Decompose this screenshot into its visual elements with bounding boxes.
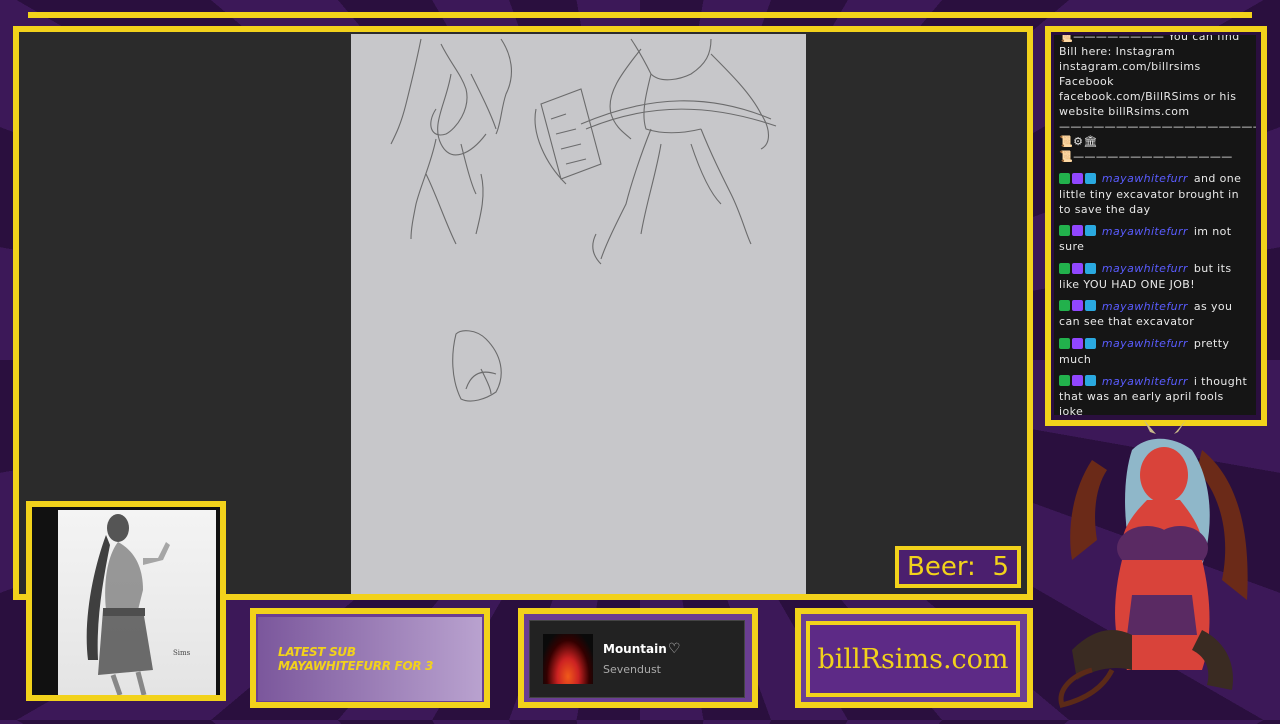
- chat-divider-line: 📜——————————————: [1059, 150, 1233, 163]
- chat-message-list: mayawhitefurr and one little tiny excavat…: [1059, 171, 1251, 415]
- song-title: Mountain: [603, 642, 667, 656]
- chat-panel[interactable]: 📜———————— You can find Bill here: Instag…: [1054, 35, 1256, 415]
- subscriber-badge-icon: [1072, 337, 1083, 349]
- chat-badges: [1059, 337, 1098, 352]
- edit-badge-icon: [1059, 337, 1070, 349]
- chat-message: mayawhitefurr as you can see that excavat…: [1059, 299, 1251, 330]
- chat-divider-line: ———————————————————📜⚙🏛: [1059, 120, 1256, 148]
- beer-counter: Beer: 5: [895, 546, 1021, 588]
- drawing-canvas[interactable]: [351, 34, 806, 594]
- chat-username[interactable]: mayawhitefurr: [1102, 172, 1188, 185]
- chat-message: mayawhitefurr pretty much: [1059, 336, 1251, 367]
- edit-badge-icon: [1059, 172, 1070, 184]
- crown-badge-icon: [1085, 337, 1096, 349]
- chat-message: mayawhitefurr and one little tiny excavat…: [1059, 171, 1251, 217]
- chat-badges: [1059, 262, 1098, 277]
- chat-message: mayawhitefurr im not sure: [1059, 224, 1251, 255]
- album-art: [543, 634, 593, 684]
- latest-sub-value: MAYAWHITEFURR FOR 3: [278, 659, 434, 673]
- reference-figure-sketch: Sims: [86, 514, 191, 696]
- chat-badges: [1059, 172, 1098, 187]
- subscriber-badge-icon: [1072, 375, 1083, 386]
- overlay-top-border: [28, 12, 1252, 18]
- crown-badge-icon: [1085, 262, 1096, 274]
- chat-info-message: 📜———————— You can find Bill here: Instag…: [1059, 35, 1256, 164]
- crown-badge-icon: [1085, 300, 1096, 311]
- latest-sub-panel: LATEST SUB MAYAWHITEFURR FOR 3: [258, 617, 482, 701]
- beer-label: Beer:: [907, 552, 976, 582]
- latest-sub-title: LATEST SUB: [278, 645, 356, 659]
- reference-drawing-image: Sims: [58, 510, 216, 696]
- edit-badge-icon: [1059, 375, 1070, 386]
- chat-username[interactable]: mayawhitefurr: [1102, 300, 1188, 313]
- sketch-drawing: [390, 38, 777, 402]
- svg-text:Sims: Sims: [173, 649, 191, 657]
- chat-badges: [1059, 224, 1098, 239]
- edit-badge-icon: [1059, 262, 1070, 274]
- crown-badge-icon: [1085, 375, 1096, 386]
- subscriber-badge-icon: [1072, 225, 1083, 236]
- chat-username[interactable]: mayawhitefurr: [1102, 262, 1188, 275]
- heart-icon[interactable]: ♡: [668, 641, 681, 657]
- chat-username[interactable]: mayawhitefurr: [1102, 337, 1188, 350]
- chat-badges: [1059, 374, 1098, 389]
- website-banner: billRsims.com: [806, 621, 1020, 697]
- beer-count: 5: [992, 552, 1009, 582]
- chat-badges: [1059, 299, 1098, 314]
- chat-message: mayawhitefurr i thought that was an early…: [1059, 374, 1251, 415]
- chat-username[interactable]: mayawhitefurr: [1102, 225, 1188, 238]
- crown-badge-icon: [1085, 225, 1096, 236]
- subscriber-badge-icon: [1072, 172, 1083, 184]
- song-artist: Sevendust: [603, 663, 661, 676]
- chat-message: mayawhitefurr but its like YOU HAD ONE JO…: [1059, 261, 1251, 292]
- crown-badge-icon: [1085, 172, 1096, 184]
- chat-username[interactable]: mayawhitefurr: [1102, 375, 1188, 388]
- subscriber-badge-icon: [1072, 262, 1083, 274]
- edit-badge-icon: [1059, 300, 1070, 311]
- chat-info-line: 📜———————— You can find Bill here: Instag…: [1059, 35, 1240, 118]
- demon-mascot-illustration: [1052, 420, 1252, 720]
- subscriber-badge-icon: [1072, 300, 1083, 311]
- edit-badge-icon: [1059, 225, 1070, 236]
